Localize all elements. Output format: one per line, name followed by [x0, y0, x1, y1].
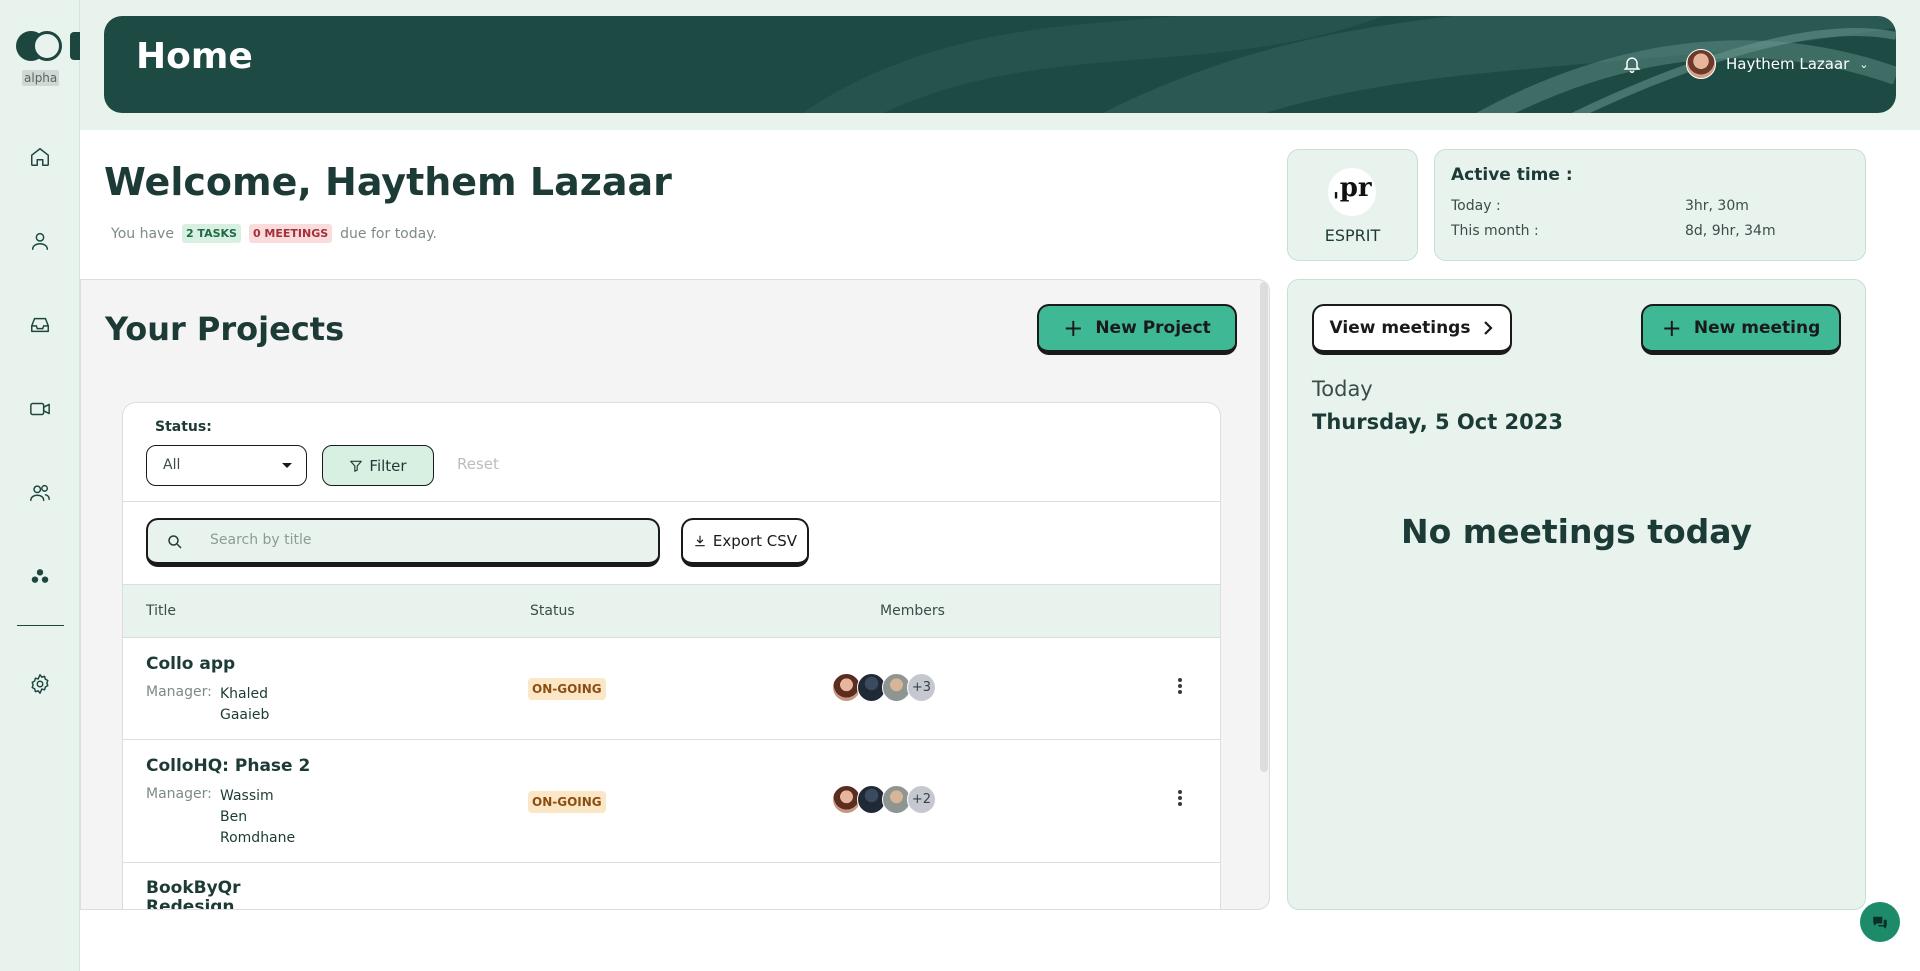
active-time-card: Active time : Today : 3hr, 30m This mont… [1434, 149, 1866, 261]
chevron-right-icon [1484, 321, 1494, 335]
manager-label: Manager: [146, 684, 212, 700]
meetings-badge: 0 MEETINGS [248, 224, 333, 243]
chat-icon [1873, 916, 1887, 929]
table-row[interactable]: ColloHQ: Phase 2 Manager: Wassim Ben Rom… [123, 740, 1220, 863]
organization-card[interactable]: ˌpr ESPRIT [1287, 149, 1418, 261]
export-label: Export CSV [712, 532, 798, 550]
divider [123, 501, 1220, 502]
search-input[interactable]: Search by title [146, 518, 660, 567]
table-header: Title Status Members [123, 584, 1220, 638]
search-placeholder: Search by title [210, 532, 312, 548]
more-members-count: +2 [907, 785, 936, 814]
view-meetings-label: View meetings [1329, 318, 1471, 338]
page-header: Home Haythem Lazaar ⌄ [104, 16, 1896, 113]
today-value: 3hr, 30m [1685, 198, 1749, 214]
current-date: Thursday, 5 Oct 2023 [1312, 410, 1564, 434]
alpha-badge: alpha [22, 70, 60, 86]
month-label: This month : [1451, 223, 1539, 239]
inbox-icon[interactable] [26, 311, 54, 339]
reset-button[interactable]: Reset [457, 455, 499, 473]
active-time-title: Active time : [1451, 165, 1573, 185]
new-project-label: New Project [1095, 318, 1211, 338]
plus-icon: + [1661, 314, 1682, 342]
filter-icon [350, 460, 363, 472]
status-select[interactable]: All [146, 445, 307, 486]
due-prefix: You have [111, 225, 174, 242]
bell-icon[interactable] [1622, 54, 1642, 74]
due-suffix: due for today. [340, 225, 437, 242]
user-icon[interactable] [26, 227, 54, 255]
members-avatars[interactable]: +2 [832, 785, 936, 814]
projects-table-card: Status: All Filter Reset Search by title… [122, 402, 1221, 910]
project-title[interactable]: ColloHQ: Phase 2 [146, 756, 310, 776]
project-title[interactable]: BookByQr Redesign [146, 879, 241, 910]
more-options-icon[interactable] [1178, 788, 1184, 808]
table-row[interactable]: Collo app Manager: Khaled Gaaieb ON-GOIN… [123, 638, 1220, 740]
caret-down-icon [282, 463, 292, 468]
new-meeting-label: New meeting [1693, 318, 1821, 338]
table-row[interactable]: BookByQr Redesign [123, 863, 1220, 910]
sidebar: › alpha [0, 0, 94, 971]
user-menu[interactable]: Haythem Lazaar ⌄ [1686, 49, 1869, 79]
column-status: Status [530, 603, 575, 619]
today-label: Today : [1451, 198, 1501, 214]
organization-name: ESPRIT [1324, 226, 1381, 245]
sidebar-divider [17, 625, 64, 626]
plus-icon: + [1063, 314, 1084, 342]
status-select-value: All [163, 457, 181, 473]
user-name: Haythem Lazaar [1726, 55, 1850, 73]
clusters-icon[interactable] [26, 562, 54, 590]
status-badge: ON-GOING [528, 791, 606, 813]
view-meetings-button[interactable]: View meetings [1312, 304, 1512, 355]
filter-button[interactable]: Filter [322, 445, 434, 486]
empty-meetings-message: No meetings today [1400, 512, 1753, 551]
projects-panel: Your Projects + New Project Status: All … [80, 279, 1270, 910]
month-value: 8d, 9hr, 34m [1685, 223, 1776, 239]
welcome-heading: Welcome, Haythem Lazaar [104, 160, 672, 204]
chevron-down-icon: ⌄ [1859, 57, 1869, 71]
today-label: Today [1312, 377, 1373, 401]
status-filter-label: Status: [155, 419, 212, 435]
meetings-panel: View meetings + New meeting Today Thursd… [1287, 279, 1866, 910]
download-icon [695, 535, 705, 547]
search-icon [168, 535, 182, 549]
organization-logo: ˌpr [1328, 168, 1376, 216]
manager-label: Manager: [146, 786, 212, 802]
video-icon[interactable] [26, 395, 54, 423]
avatar [1686, 49, 1716, 79]
more-members-count: +3 [907, 673, 936, 702]
projects-title: Your Projects [105, 310, 345, 348]
manager-name: Wassim Ben Romdhane [220, 788, 296, 846]
gear-icon[interactable] [26, 670, 54, 698]
scrollbar[interactable] [1260, 282, 1268, 772]
chat-button[interactable] [1860, 902, 1900, 942]
column-members: Members [880, 603, 945, 619]
new-project-button[interactable]: + New Project [1037, 304, 1237, 355]
column-title: Title [146, 603, 177, 619]
new-meeting-button[interactable]: + New meeting [1641, 304, 1841, 355]
export-csv-button[interactable]: Export CSV [681, 518, 809, 567]
page-title: Home [136, 36, 253, 77]
status-badge: ON-GOING [528, 678, 606, 700]
members-avatars[interactable]: +3 [832, 673, 936, 702]
manager-name: Khaled Gaaieb [220, 686, 270, 723]
tasks-badge: 2 TASKS [181, 224, 241, 243]
project-title[interactable]: Collo app [146, 654, 235, 674]
more-options-icon[interactable] [1178, 676, 1184, 696]
app-logo [16, 31, 64, 61]
home-icon[interactable] [26, 143, 54, 171]
due-summary: You have 2 TASKS 0 MEETINGS due for toda… [111, 224, 437, 243]
team-icon[interactable] [26, 479, 54, 507]
filter-label: Filter [369, 456, 407, 475]
